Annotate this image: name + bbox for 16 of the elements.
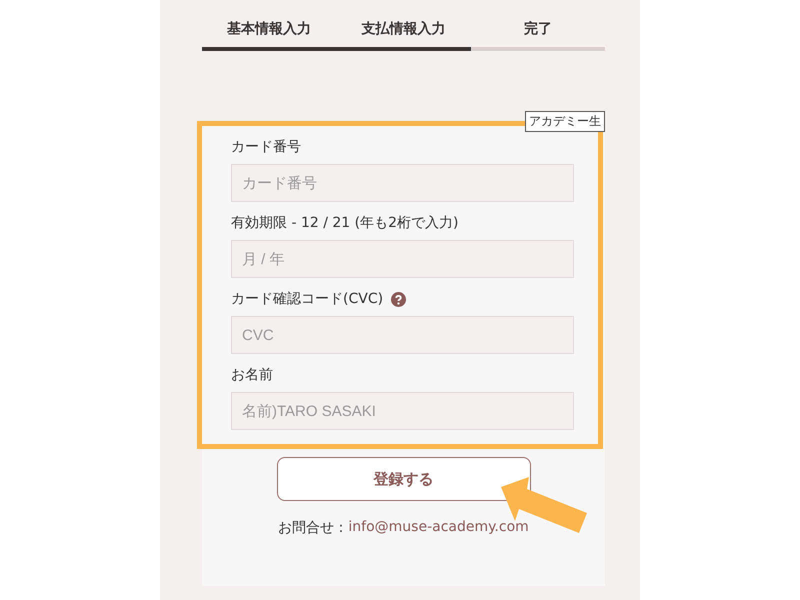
field-label: お名前 [231, 366, 273, 384]
input-field[interactable]: 月 / 年 [231, 240, 574, 278]
step-label: 基本情報入力 [227, 20, 312, 39]
input-field[interactable]: 名前)TARO SASAKI [231, 392, 574, 430]
email-link[interactable]: info@muse-academy.com [348, 519, 529, 537]
help-icon[interactable] [391, 292, 406, 306]
register-button[interactable]: 登録する [276, 457, 530, 501]
field-label: 有効期限 - 12 / 21 (年も2桁で入力) [231, 214, 458, 232]
field-label: カード確認コード(CVC) [231, 290, 384, 308]
contact-label: お問合せ : [278, 519, 344, 537]
field-label: カード番号 [231, 138, 301, 156]
member-tag: アカデミー生 [525, 111, 605, 132]
input-field[interactable]: カード番号 [231, 164, 574, 202]
input-field[interactable]: CVC [231, 316, 574, 354]
step-label: 完了 [524, 20, 552, 39]
step-label: 支払情報入力 [361, 20, 446, 39]
